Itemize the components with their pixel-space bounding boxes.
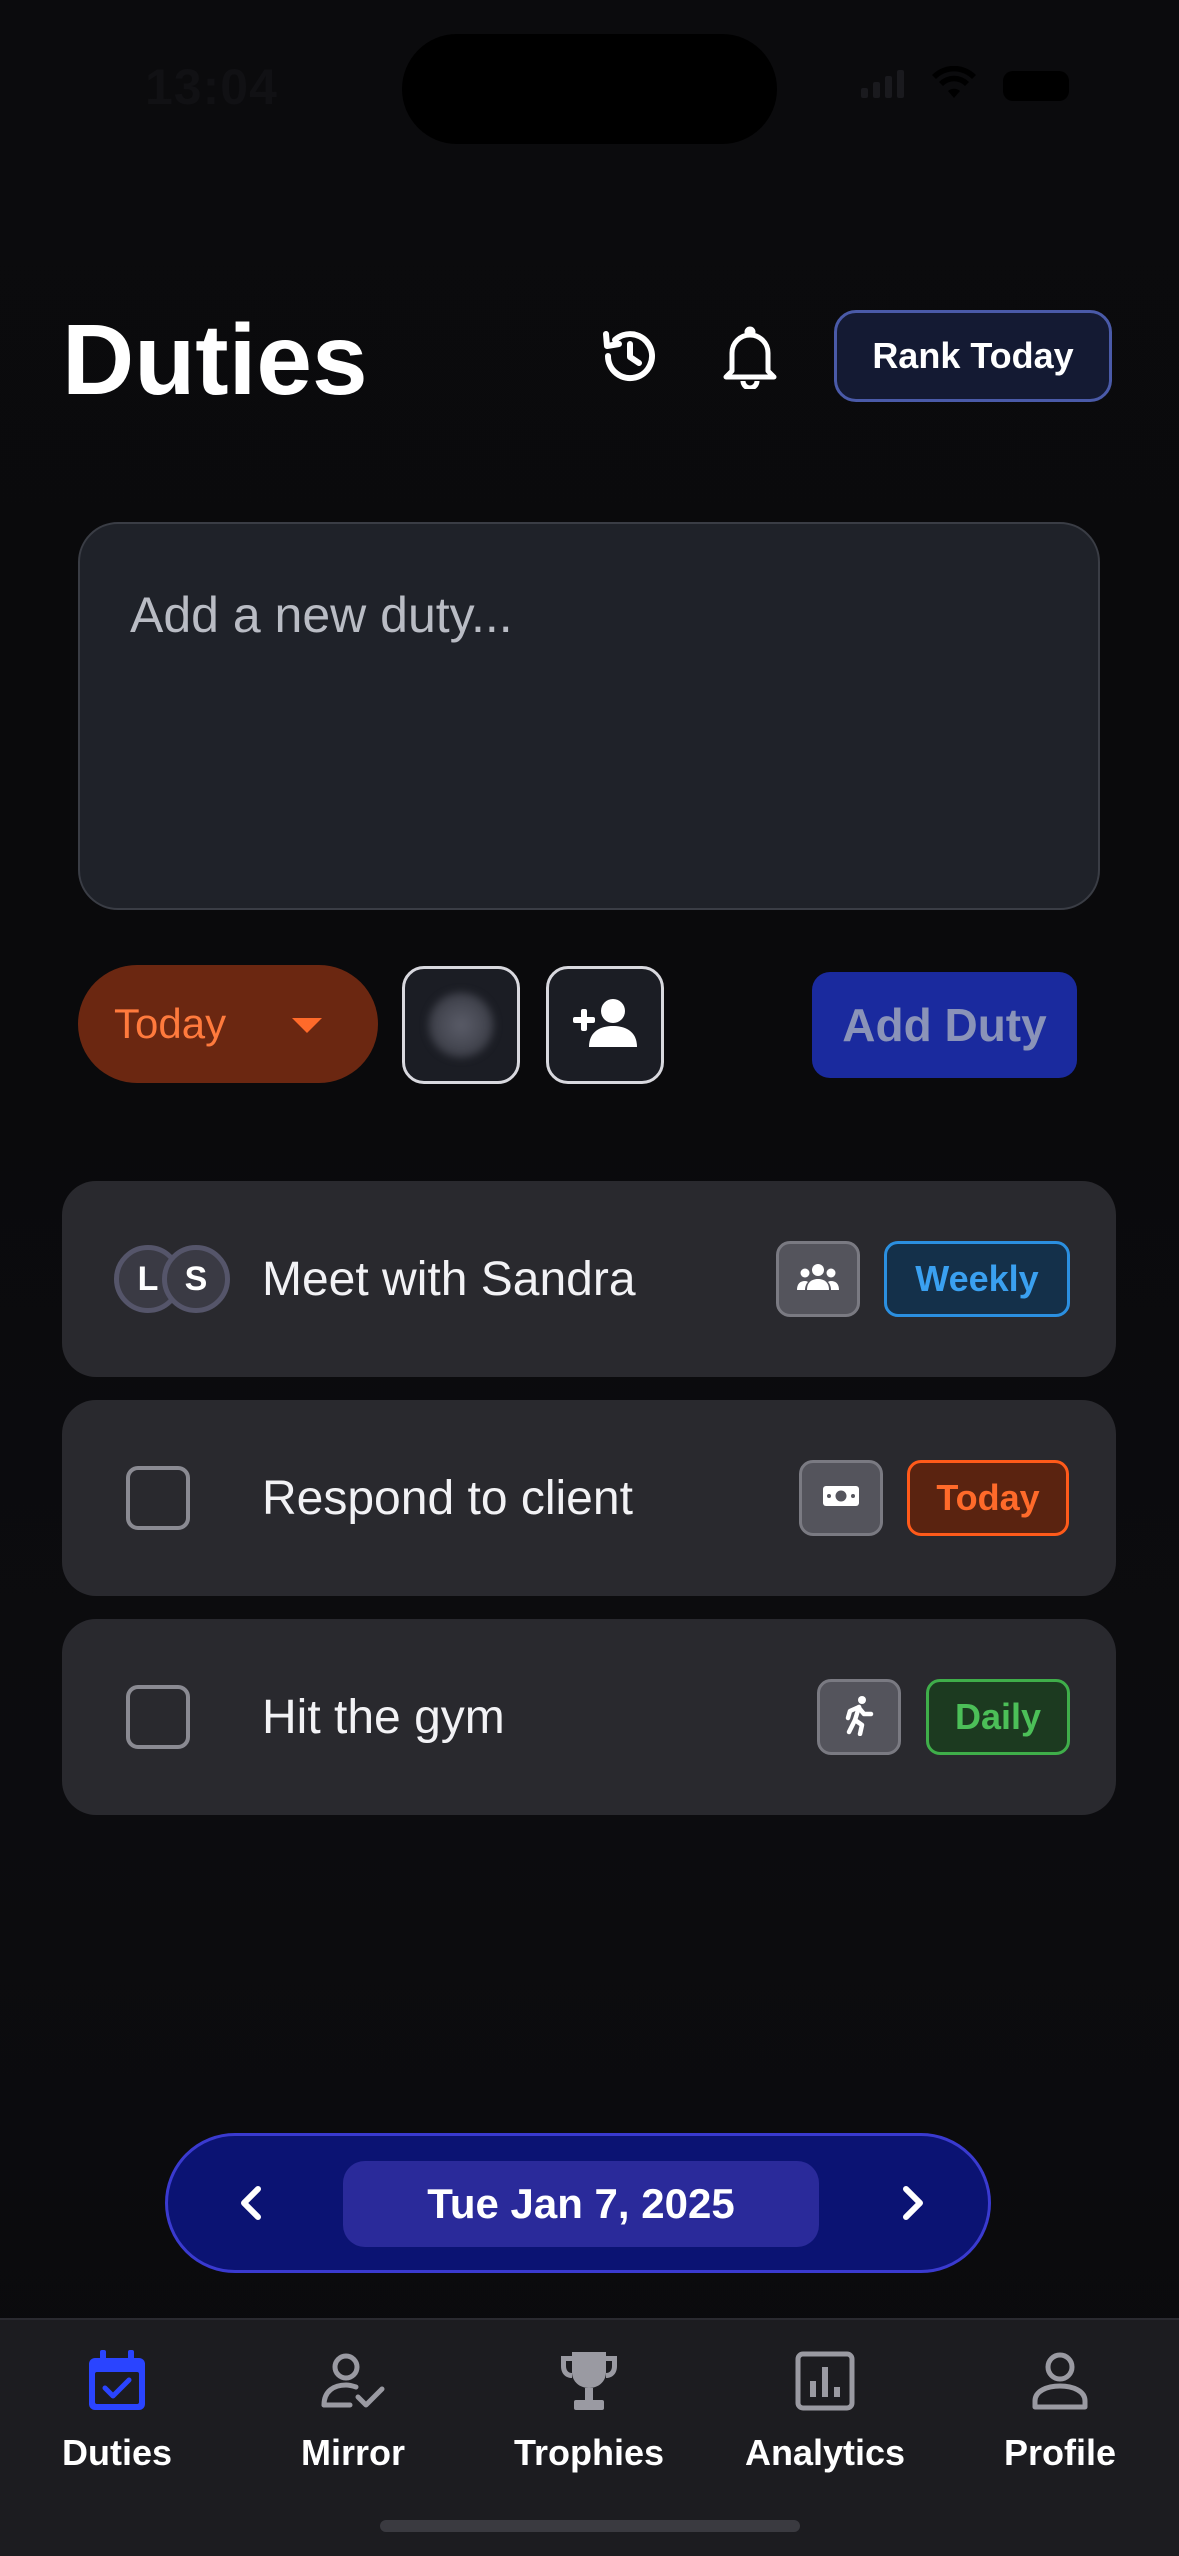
wifi-icon xyxy=(931,65,977,105)
trophy-icon xyxy=(554,2346,624,2416)
signal-icon xyxy=(861,68,905,103)
status-time: 13:04 xyxy=(145,59,278,115)
rank-today-button[interactable]: Rank Today xyxy=(834,310,1112,402)
current-date[interactable]: Tue Jan 7, 2025 xyxy=(343,2161,819,2247)
category-badge xyxy=(817,1679,901,1755)
caret-down-icon xyxy=(292,1018,322,1033)
new-duty-input[interactable] xyxy=(78,522,1100,910)
due-date-select[interactable]: Today xyxy=(78,965,378,1083)
tab-label: Analytics xyxy=(744,2432,906,2473)
add-duty-button[interactable]: Add Duty xyxy=(812,972,1077,1078)
duty-checkbox[interactable] xyxy=(126,1685,190,1749)
money-icon xyxy=(821,1483,861,1514)
previous-day-button[interactable] xyxy=(216,2170,286,2240)
history-button[interactable] xyxy=(590,318,670,398)
tab-mirror[interactable]: Mirror xyxy=(253,2346,453,2486)
duty-card[interactable]: Hit the gym Daily xyxy=(62,1619,1116,1815)
frequency-badge: Weekly xyxy=(884,1241,1070,1317)
duty-title: Respond to client xyxy=(262,1471,633,1525)
dynamic-island xyxy=(402,34,777,144)
chevron-right-icon xyxy=(898,2183,928,2228)
frequency-badge: Daily xyxy=(926,1679,1070,1755)
group-icon xyxy=(796,1262,840,1297)
page-title: Duties xyxy=(62,304,368,416)
next-day-button[interactable] xyxy=(878,2170,948,2240)
home-indicator xyxy=(380,2520,800,2532)
tab-label: Trophies xyxy=(513,2432,665,2473)
tab-profile[interactable]: Profile xyxy=(960,2346,1160,2486)
tab-label: Mirror xyxy=(300,2432,405,2473)
tab-label: Duties xyxy=(61,2432,173,2473)
date-navigator: Tue Jan 7, 2025 xyxy=(165,2133,991,2273)
duty-title: Hit the gym xyxy=(262,1690,505,1744)
tab-trophies[interactable]: Trophies xyxy=(489,2346,689,2486)
bar-chart-icon xyxy=(790,2346,860,2416)
frequency-badge: Today xyxy=(907,1460,1069,1536)
duty-checkbox[interactable] xyxy=(126,1466,190,1530)
tab-duties[interactable]: Duties xyxy=(17,2346,217,2486)
category-badge xyxy=(776,1241,860,1317)
calendar-check-icon xyxy=(82,2346,152,2416)
duty-card[interactable]: Respond to client Today xyxy=(62,1400,1116,1596)
app-screen: 13:04 Duties Rank Today Add a new duty..… xyxy=(0,0,1179,2556)
person-add-icon xyxy=(569,995,641,1056)
tab-label: Profile xyxy=(1003,2432,1117,2473)
due-date-value: Today xyxy=(114,1000,227,1047)
add-person-button[interactable] xyxy=(546,966,664,1084)
notifications-button[interactable] xyxy=(710,318,790,398)
category-placeholder-icon xyxy=(428,992,494,1058)
tab-analytics[interactable]: Analytics xyxy=(725,2346,925,2486)
chevron-left-icon xyxy=(236,2183,266,2228)
status-icons xyxy=(861,65,1069,105)
duty-title: Meet with Sandra xyxy=(262,1252,636,1306)
battery-icon xyxy=(1003,70,1069,101)
running-icon xyxy=(842,1694,876,1741)
history-icon xyxy=(596,322,664,395)
assignee-avatar: S xyxy=(162,1245,230,1313)
bell-icon xyxy=(719,323,781,394)
category-badge xyxy=(799,1460,883,1536)
person-icon xyxy=(1025,2346,1095,2416)
category-picker-button[interactable] xyxy=(402,966,520,1084)
person-check-icon xyxy=(318,2346,388,2416)
duty-card[interactable]: L S Meet with Sandra Weekly xyxy=(62,1181,1116,1377)
